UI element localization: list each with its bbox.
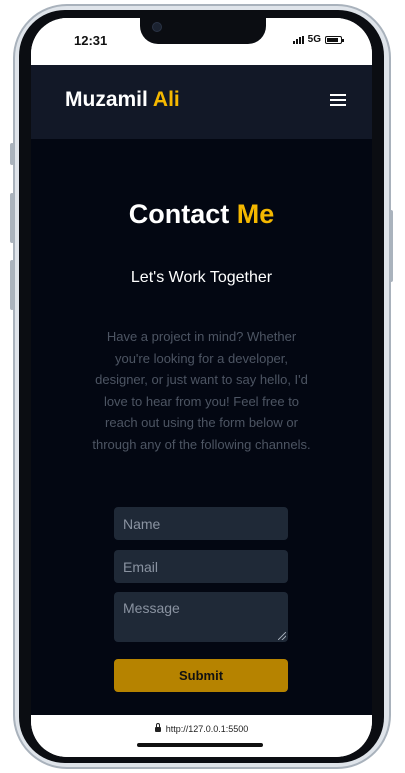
hamburger-menu-icon[interactable] xyxy=(330,94,346,106)
mute-switch xyxy=(10,143,14,165)
url-text: http://127.0.0.1:5500 xyxy=(165,724,249,734)
title-accent: Me xyxy=(236,199,275,229)
notch xyxy=(140,18,266,44)
phone-screen: 12:31 5G Muzamil Ali Contact Me Let's Wo… xyxy=(31,18,372,757)
url-display[interactable]: http://127.0.0.1:5500 xyxy=(31,723,372,734)
volume-down-button xyxy=(10,260,14,310)
intro-text: Have a project in mind? Whether you're l… xyxy=(92,329,311,452)
resize-handle-icon[interactable] xyxy=(278,632,286,640)
status-indicators: 5G xyxy=(292,34,344,45)
browser-url-bar[interactable]: http://127.0.0.1:5500 xyxy=(31,715,372,757)
signal-icon xyxy=(292,35,304,44)
message-textarea[interactable] xyxy=(114,592,288,642)
email-input[interactable] xyxy=(114,550,288,583)
lock-icon xyxy=(154,723,161,733)
camera-icon xyxy=(152,22,162,32)
home-indicator[interactable] xyxy=(137,743,263,747)
contact-section: Contact Me Let's Work Together Have a pr… xyxy=(31,139,372,715)
battery-icon xyxy=(325,35,344,44)
site-header: Muzamil Ali xyxy=(31,65,372,139)
site-logo[interactable]: Muzamil Ali xyxy=(65,88,180,112)
logo-first-name: Muzamil xyxy=(65,88,148,111)
logo-last-name: Ali xyxy=(152,88,180,111)
title-main: Contact xyxy=(128,199,230,229)
power-button xyxy=(389,210,393,282)
name-input[interactable] xyxy=(114,507,288,540)
volume-up-button xyxy=(10,193,14,243)
status-time: 12:31 xyxy=(74,33,108,48)
submit-button[interactable]: Submit xyxy=(114,659,288,692)
page-title: Contact Me xyxy=(31,199,372,230)
network-label: 5G xyxy=(307,34,321,45)
section-subtitle: Let's Work Together xyxy=(130,269,273,286)
